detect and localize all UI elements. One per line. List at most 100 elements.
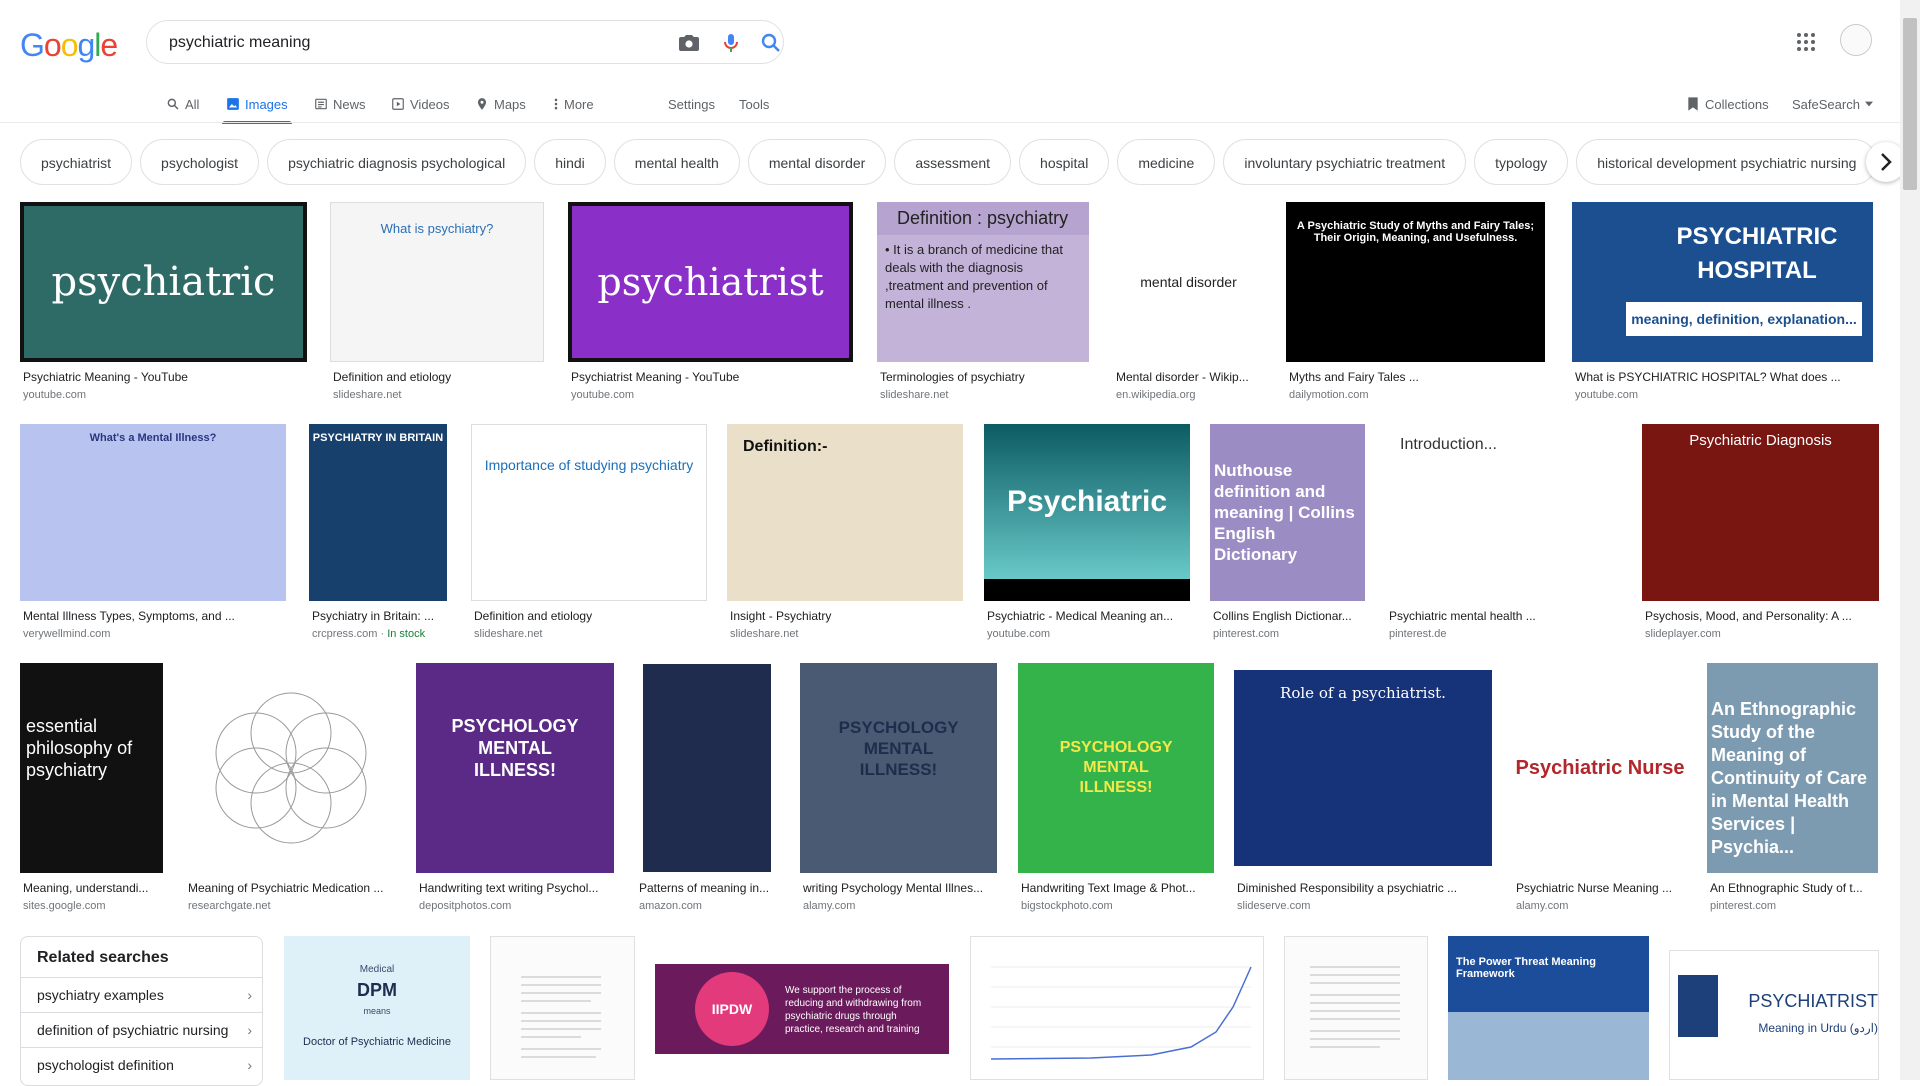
result-title: What is PSYCHIATRIC HOSPITAL? What does …	[1575, 370, 1841, 384]
image-result[interactable]: PSYCHIATRIST Meaning in Urdu (اردو)	[1669, 950, 1879, 1080]
search-icon[interactable]	[759, 31, 783, 55]
microphone-icon[interactable]	[719, 31, 743, 55]
result-title: Psychiatric Meaning - YouTube	[23, 370, 188, 384]
tab-news[interactable]: News	[314, 86, 366, 122]
image-result[interactable]: An Ethnographic Study of the Meaning of …	[1707, 663, 1878, 919]
image-result[interactable]: IIPDW We support the process of reducing…	[655, 936, 949, 1080]
document-thumbnail	[521, 976, 601, 1058]
image-result[interactable]: PSYCHOLOGY MENTAL ILLNESS! Handwriting t…	[416, 663, 614, 919]
image-result[interactable]: Nuthouse definition and meaning | Collin…	[1210, 424, 1365, 644]
image-result[interactable]: What's a Mental Illness? Mental Illness …	[20, 424, 286, 644]
thumb-text: meaning, definition, explanation...	[1626, 302, 1862, 336]
image-result[interactable]: PSYCHOLOGY MENTAL ILLNESS! writing Psych…	[800, 663, 997, 919]
tab-images[interactable]: Images	[222, 86, 292, 124]
header-divider	[0, 122, 1900, 123]
image-result[interactable]: PSYCHIATRIC HOSPITAL meaning, definition…	[1572, 202, 1873, 402]
chip[interactable]: psychiatric diagnosis psychological	[267, 139, 527, 185]
image-result[interactable]	[490, 936, 635, 1080]
thumb-heading: The Power Threat Meaning Framework	[1456, 956, 1596, 980]
apps-grid-icon[interactable]	[1794, 30, 1818, 54]
tab-label: Images	[245, 96, 288, 112]
result-thumbnail	[185, 663, 396, 873]
related-search-item[interactable]: psychologist definition ›	[21, 1047, 262, 1082]
result-title: Definition and etiology	[333, 370, 452, 384]
result-title: Handwriting Text Image & Phot...	[1021, 881, 1196, 895]
image-result[interactable]	[1284, 936, 1428, 1080]
account-avatar[interactable]	[1840, 24, 1872, 56]
chip[interactable]: hospital	[1019, 139, 1110, 185]
image-result[interactable]: psychiatrist Psychiatrist Meaning - YouT…	[568, 202, 853, 402]
chip[interactable]: typology	[1474, 139, 1569, 185]
chip[interactable]: mental health	[613, 139, 740, 185]
image-result[interactable]: essential philosophy of psychiatry Meani…	[20, 663, 163, 919]
chip[interactable]: assessment	[894, 139, 1012, 185]
result-source: en.wikipedia.org	[1116, 389, 1196, 401]
safesearch-menu[interactable]: SafeSearch	[1792, 86, 1873, 122]
image-result[interactable]: Meaning of Psychiatric Medication ... re…	[185, 663, 396, 919]
result-title: Psychiatric Nurse Meaning ...	[1516, 881, 1673, 895]
result-source: dailymotion.com	[1289, 389, 1369, 401]
thumb-text: Meaning in Urdu (اردو)	[1758, 1021, 1878, 1035]
result-thumbnail: Definition:-	[727, 424, 963, 601]
image-result[interactable]: mental disorder Mental disorder - Wikip.…	[1113, 202, 1264, 402]
image-result[interactable]: Patterns of meaning in... amazon.com	[636, 663, 778, 919]
result-source: bigstockphoto.com	[1021, 900, 1113, 912]
camera-icon[interactable]	[677, 31, 701, 55]
image-result[interactable]: Psychiatric Psychiatric - Medical Meanin…	[984, 424, 1190, 644]
result-source: pinterest.com	[1710, 900, 1777, 912]
tab-videos[interactable]: Videos	[391, 86, 450, 122]
image-result[interactable]	[970, 936, 1264, 1080]
related-search-item[interactable]: definition of psychiatric nursing ›	[21, 1012, 262, 1047]
result-title: Mental disorder - Wikip...	[1116, 370, 1249, 384]
image-result[interactable]: Introduction... Psychiatric mental healt…	[1386, 424, 1622, 644]
tab-more[interactable]: More	[553, 86, 594, 122]
image-result[interactable]: PSYCHIATRY IN BRITAIN Psychiatry in Brit…	[309, 424, 447, 644]
search-input[interactable]	[167, 31, 641, 55]
image-result[interactable]: psychiatric Psychiatric Meaning - YouTub…	[20, 202, 307, 402]
result-thumbnail: What is psychiatry?	[330, 202, 544, 362]
collections-link[interactable]: Collections	[1686, 86, 1769, 122]
result-title: Psychiatrist Meaning - YouTube	[571, 370, 740, 384]
thumb-heading: Role of a psychiatrist.	[1234, 670, 1492, 866]
chevron-right-icon: ›	[247, 1022, 252, 1038]
iipdw-logo: IIPDW	[695, 972, 769, 1046]
image-result[interactable]: Importance of studying psychiatry Defini…	[471, 424, 707, 644]
chip[interactable]: hindi	[534, 139, 606, 185]
tab-tools[interactable]: Tools	[739, 86, 769, 122]
tab-settings[interactable]: Settings	[668, 86, 715, 122]
image-result[interactable]: Medical DPM means Doctor of Psychiatric …	[284, 936, 470, 1080]
related-search-item[interactable]: psychiatry examples ›	[21, 977, 262, 1012]
chevron-right-icon: ›	[247, 1057, 252, 1073]
chip[interactable]: mental disorder	[747, 139, 887, 185]
image-result[interactable]: PSYCHOLOGY MENTAL ILLNESS! Handwriting T…	[1018, 663, 1214, 919]
chip[interactable]: psychologist	[140, 139, 260, 185]
map-icon	[477, 98, 487, 110]
image-result[interactable]: Psychiatric Diagnosis Psychosis, Mood, a…	[1642, 424, 1879, 644]
google-logo[interactable]: Google	[20, 27, 118, 64]
scrollbar-thumb[interactable]	[1903, 18, 1917, 190]
result-title: Patterns of meaning in...	[639, 881, 770, 895]
image-result[interactable]: Definition : psychiatry • It is a branch…	[877, 202, 1089, 402]
document-thumbnail	[1310, 966, 1400, 1048]
image-result[interactable]: The Power Threat Meaning Framework	[1448, 936, 1649, 1080]
image-result[interactable]: Psychiatric Nurse Psychiatric Nurse Mean…	[1513, 663, 1687, 919]
chip[interactable]: medicine	[1117, 139, 1216, 185]
tab-all[interactable]: All	[166, 86, 199, 122]
tab-maps[interactable]: Maps	[475, 86, 526, 122]
chip[interactable]: involuntary psychiatric treatment	[1223, 139, 1467, 185]
tab-label: Tools	[739, 96, 770, 112]
chip[interactable]: psychiatrist	[20, 139, 133, 185]
image-result[interactable]: Role of a psychiatrist. Diminished Respo…	[1234, 663, 1492, 919]
result-title: Insight - Psychiatry	[730, 609, 832, 623]
thumb-heading: Definition : psychiatry	[877, 202, 1089, 235]
result-source: slideplayer.com	[1645, 628, 1721, 640]
result-source: alamy.com	[803, 900, 856, 912]
chip[interactable]: historical development psychiatric nursi…	[1576, 139, 1878, 185]
chevron-right-icon	[1881, 153, 1892, 171]
result-title: Diminished Responsibility a psychiatric …	[1237, 881, 1458, 895]
result-thumbnail: Psychiatric	[984, 424, 1190, 601]
image-result[interactable]: Definition:- Insight - Psychiatry slides…	[727, 424, 963, 644]
image-result[interactable]: What is psychiatry? Definition and etiol…	[330, 202, 544, 402]
image-result[interactable]: A Psychiatric Study of Myths and Fairy T…	[1286, 202, 1545, 402]
safesearch-label: SafeSearch	[1792, 96, 1860, 112]
